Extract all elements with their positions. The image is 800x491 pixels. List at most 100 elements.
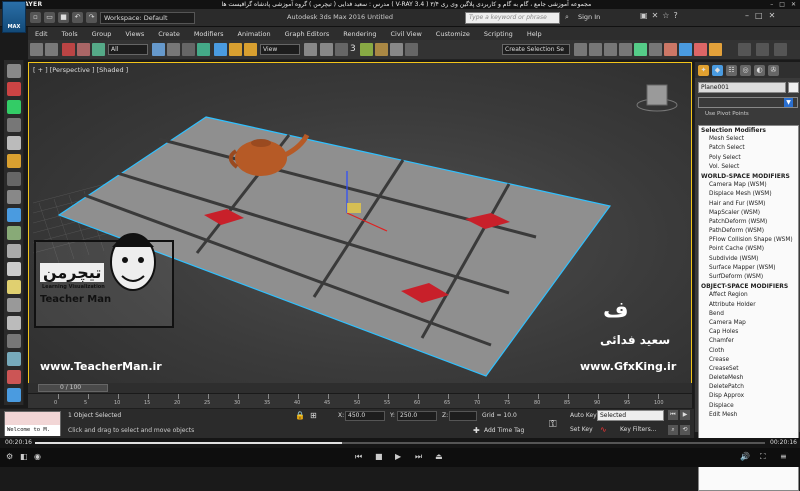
modifier-item[interactable]: Affect Region bbox=[699, 291, 798, 300]
modifier-item[interactable]: Poly Select bbox=[699, 154, 798, 163]
vray-icon-09[interactable] bbox=[7, 208, 21, 222]
save-file-icon[interactable]: ■ bbox=[58, 12, 69, 23]
modifier-item[interactable]: Edit Mesh bbox=[699, 411, 798, 420]
modifier-item[interactable]: DeleteMesh bbox=[699, 374, 798, 383]
key-mode-select[interactable]: Selected bbox=[597, 410, 664, 421]
hierarchy-tab-icon[interactable]: ☷ bbox=[726, 64, 737, 76]
app-minimize-icon[interactable]: – bbox=[745, 11, 749, 20]
select-object-icon[interactable] bbox=[152, 43, 165, 56]
snap-toggle-label[interactable]: 3 bbox=[350, 44, 356, 54]
undo-icon[interactable]: ↶ bbox=[72, 12, 83, 23]
vray-icon-18[interactable] bbox=[7, 370, 21, 384]
modifier-item[interactable]: MapScaler (WSM) bbox=[699, 209, 798, 218]
spinner-snap-icon[interactable] bbox=[390, 43, 403, 56]
render-setup-icon[interactable] bbox=[679, 43, 692, 56]
select-move-icon[interactable] bbox=[214, 43, 227, 56]
object-color-swatch[interactable] bbox=[788, 82, 799, 93]
align-icon[interactable] bbox=[589, 43, 602, 56]
keyboard-shortcut-icon[interactable] bbox=[335, 43, 348, 56]
menu-civil-view[interactable]: Civil View bbox=[383, 30, 428, 38]
zoom-icon[interactable]: ⌕ bbox=[668, 425, 678, 435]
vray-light-icon[interactable] bbox=[774, 43, 787, 56]
vray-icon-19[interactable] bbox=[7, 388, 21, 402]
chevron-down-icon[interactable]: ▼ bbox=[784, 98, 793, 107]
player-stop-icon[interactable]: ■ bbox=[375, 452, 383, 461]
modifier-item[interactable]: DeletePatch bbox=[699, 383, 798, 392]
display-tab-icon[interactable]: ◐ bbox=[754, 64, 765, 76]
modifier-item[interactable]: Vol. Select bbox=[699, 163, 798, 172]
key-filters-button[interactable]: Key Filters... bbox=[620, 426, 657, 433]
ribbon-icon[interactable] bbox=[619, 43, 632, 56]
app-menu-button[interactable]: MAX bbox=[2, 1, 26, 33]
selection-region-icon[interactable] bbox=[182, 43, 195, 56]
modifier-item[interactable]: Surface Mapper (WSM) bbox=[699, 264, 798, 273]
vray-toolbar-icon[interactable] bbox=[756, 43, 769, 56]
player-close-icon[interactable]: ✕ bbox=[791, 1, 796, 8]
modifier-item[interactable]: Displace Mesh (WSM) bbox=[699, 190, 798, 199]
unlink-icon[interactable] bbox=[77, 43, 90, 56]
modifier-item[interactable]: PatchDeform (WSM) bbox=[699, 218, 798, 227]
vray-light-left-icon[interactable] bbox=[7, 136, 21, 150]
menu-scripting[interactable]: Scripting bbox=[477, 30, 520, 38]
vray-icon-11[interactable] bbox=[7, 244, 21, 258]
modifier-list-select[interactable] bbox=[698, 97, 798, 108]
lock-selection-icon[interactable]: 🔒 bbox=[295, 411, 305, 420]
select-by-name-icon[interactable] bbox=[167, 43, 180, 56]
help-icon[interactable]: ? bbox=[673, 11, 677, 20]
player-vr-icon[interactable]: ◉ bbox=[34, 452, 41, 461]
undo-toolbar-icon[interactable] bbox=[30, 43, 43, 56]
vray-icon-17[interactable] bbox=[7, 352, 21, 366]
player-eject-icon[interactable]: ⏏ bbox=[435, 452, 443, 461]
modifier-dropdown-list[interactable]: Selection Modifiers Mesh Select Patch Sele… bbox=[698, 125, 799, 491]
search-input[interactable]: Type a keyword or phrase bbox=[465, 12, 560, 24]
vray-icon-04[interactable] bbox=[7, 118, 21, 132]
use-pivot-points[interactable]: Use Pivot Points bbox=[705, 111, 749, 117]
app-maximize-icon[interactable]: □ bbox=[755, 11, 763, 20]
time-tag-icon[interactable]: ✚ bbox=[473, 426, 480, 435]
x-coordinate-field[interactable]: 450.0 bbox=[345, 411, 385, 421]
window-crossing-icon[interactable] bbox=[197, 43, 210, 56]
rendered-frame-window-icon[interactable] bbox=[694, 43, 707, 56]
menu-views[interactable]: Views bbox=[118, 30, 151, 38]
open-file-icon[interactable]: ▭ bbox=[44, 12, 55, 23]
vray-icon-14[interactable] bbox=[7, 298, 21, 312]
maxscript-listener[interactable]: Welcome to M. bbox=[4, 411, 61, 436]
menu-tools[interactable]: Tools bbox=[55, 30, 85, 38]
player-prev-icon[interactable]: ⏮ bbox=[355, 452, 362, 462]
modifier-item[interactable]: CreaseSet bbox=[699, 365, 798, 374]
modifier-item[interactable]: Crease bbox=[699, 356, 798, 365]
viewcube[interactable] bbox=[636, 84, 678, 112]
menu-edit[interactable]: Edit bbox=[28, 30, 55, 38]
modifier-item[interactable]: Chamfer bbox=[699, 337, 798, 346]
sign-in-button[interactable]: Sign In bbox=[578, 13, 600, 21]
go-to-start-icon[interactable]: ⏮ bbox=[668, 410, 678, 420]
menu-animation[interactable]: Animation bbox=[231, 30, 278, 38]
modifier-item[interactable]: Disp Approx bbox=[699, 392, 798, 401]
modifier-item[interactable]: Hair and Fur (WSM) bbox=[699, 200, 798, 209]
modifier-item[interactable]: Bend bbox=[699, 310, 798, 319]
player-play-icon[interactable]: ▶ bbox=[395, 452, 401, 461]
player-3d-icon[interactable]: ◧ bbox=[20, 452, 28, 461]
cart-icon[interactable]: ▣ bbox=[640, 11, 648, 20]
menu-rendering[interactable]: Rendering bbox=[336, 30, 383, 38]
modifier-item[interactable]: PFlow Collision Shape (WSM) bbox=[699, 236, 798, 245]
add-time-tag-button[interactable]: Add Time Tag bbox=[484, 427, 524, 434]
vray-icon-03[interactable] bbox=[7, 100, 21, 114]
angle-snap-icon[interactable] bbox=[360, 43, 373, 56]
mirror-icon[interactable] bbox=[574, 43, 587, 56]
vray-frame-buffer-icon[interactable] bbox=[738, 43, 751, 56]
curve-editor-icon[interactable] bbox=[634, 43, 647, 56]
manipulate-icon[interactable] bbox=[320, 43, 333, 56]
track-bar[interactable]: 0 5 10 15 20 25 30 35 40 45 50 55 60 65 70 75 80 85 90 95 10… bbox=[28, 394, 692, 408]
maxscript-input[interactable]: Welcome to M. bbox=[5, 425, 60, 436]
menu-graph-editors[interactable]: Graph Editors bbox=[278, 30, 337, 38]
player-menu-icon[interactable]: ≡ bbox=[780, 452, 787, 461]
layer-manager-icon[interactable] bbox=[604, 43, 617, 56]
player-settings-icon[interactable]: ⚙ bbox=[6, 452, 13, 461]
vray-icon-10[interactable] bbox=[7, 226, 21, 240]
modifier-item[interactable]: Subdivide (WSM) bbox=[699, 255, 798, 264]
vray-icon-13[interactable] bbox=[7, 280, 21, 294]
selection-filter-select[interactable]: All bbox=[108, 44, 148, 55]
key-curve-icon[interactable]: ∿ bbox=[600, 425, 607, 434]
play-icon[interactable]: ▶ bbox=[680, 410, 690, 420]
